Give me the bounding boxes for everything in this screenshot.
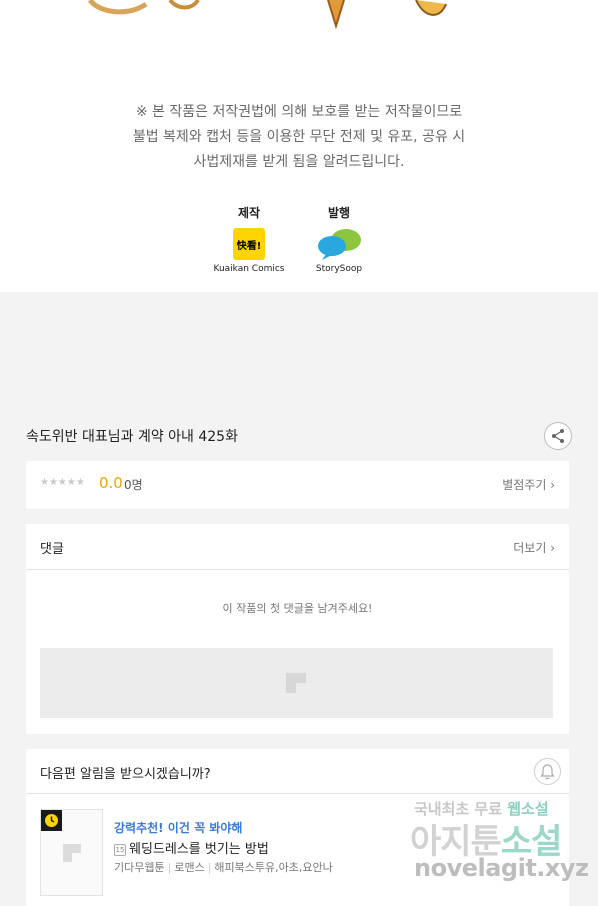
- comment-title: 댓글: [40, 542, 64, 557]
- share-button[interactable]: [544, 422, 572, 450]
- kuaikan-logo: 快看!: [233, 228, 265, 260]
- recommendation-title: 웨딩드레스를 벗기는 방법: [129, 842, 269, 857]
- comment-card: 댓글 더보기 › 이 작품의 첫 댓글을 남겨주세요!: [26, 524, 569, 734]
- meta-genre: 로맨스: [174, 861, 205, 874]
- recommendation-tag: 강력추천! 이건 꼭 봐야해: [114, 821, 243, 835]
- rating-card: ★★★★★ 0.0 0명 별점주기 ›: [26, 461, 569, 509]
- age-rating-badge: 15: [114, 844, 126, 856]
- comment-header: 댓글 더보기 ›: [26, 524, 569, 570]
- recommendation-title-row: 15 웨딩드레스를 벗기는 방법: [114, 838, 269, 857]
- watermark-line-3: novelagit.xyz: [414, 854, 589, 882]
- credits: 제작 快看! Kuaikan Comics 발행 StorySoop: [0, 204, 598, 284]
- rating-score: 0.0: [99, 474, 123, 492]
- rating-count: 0명: [124, 478, 143, 492]
- share-icon: [552, 429, 564, 443]
- publisher-credit: 발행 StorySoop: [294, 204, 384, 274]
- recommendation-thumbnail[interactable]: [40, 809, 103, 896]
- clock-icon: [45, 814, 58, 827]
- production-label: 제작: [237, 206, 261, 220]
- image-placeholder-icon: [63, 844, 81, 862]
- storysoop-logo: [318, 229, 361, 260]
- next-episode-header: 다음편 알림을 받으시겠습니까?: [26, 749, 569, 794]
- site-watermark: 국내최초 무료 웹소설 아지툰소설 novelagit.xyz: [410, 798, 598, 888]
- rating-stars[interactable]: ★★★★★: [40, 477, 85, 488]
- production-name: Kuaikan Comics: [213, 264, 285, 274]
- recommendation-meta: 기다무웹툰 | 로맨스 | 해피북스투유,아초,요안나: [114, 861, 333, 874]
- meta-category: 기다무웹툰: [114, 861, 165, 874]
- episode-title: 속도위반 대표님과 계약 아내 425화: [26, 429, 238, 445]
- notify-button[interactable]: [534, 758, 561, 785]
- artwork-fragment: [87, 0, 447, 30]
- meta-authors: 해피북스투유,아초,요안나: [214, 861, 333, 874]
- ad-placeholder[interactable]: [40, 648, 553, 718]
- image-placeholder-icon: [286, 673, 306, 693]
- comments-more-link[interactable]: 더보기 ›: [513, 539, 555, 556]
- rate-button[interactable]: 별점주기 ›: [502, 476, 555, 493]
- next-episode-prompt: 다음편 알림을 받으시겠습니까?: [40, 767, 211, 782]
- bell-icon: [540, 764, 555, 780]
- notice-line-1: ※ 본 작품은 저작권법에 의해 보호를 받는 저작물이므로: [135, 104, 463, 120]
- comments-empty-message: 이 작품의 첫 댓글을 남겨주세요!: [222, 602, 373, 615]
- copyright-notice: ※ 본 작품은 저작권법에 의해 보호를 받는 저작물이므로 불법 복제와 캡처…: [0, 100, 598, 175]
- publisher-label: 발행: [327, 206, 351, 220]
- clock-badge: [41, 810, 62, 831]
- notice-line-2: 불법 복제와 캡처 등을 이용한 무단 전제 및 유포, 공유 시: [132, 129, 466, 145]
- production-credit: 제작 快看! Kuaikan Comics: [204, 204, 294, 274]
- publisher-name: StorySoop: [315, 264, 363, 274]
- episode-title-row: 속도위반 대표님과 계약 아내 425화: [26, 420, 572, 452]
- notice-line-3: 사법제재를 받게 됨을 알려드립니다.: [193, 154, 405, 170]
- episode-end-panel: ※ 본 작품은 저작권법에 의해 보호를 받는 저작물이므로 불법 복제와 캡처…: [0, 0, 598, 292]
